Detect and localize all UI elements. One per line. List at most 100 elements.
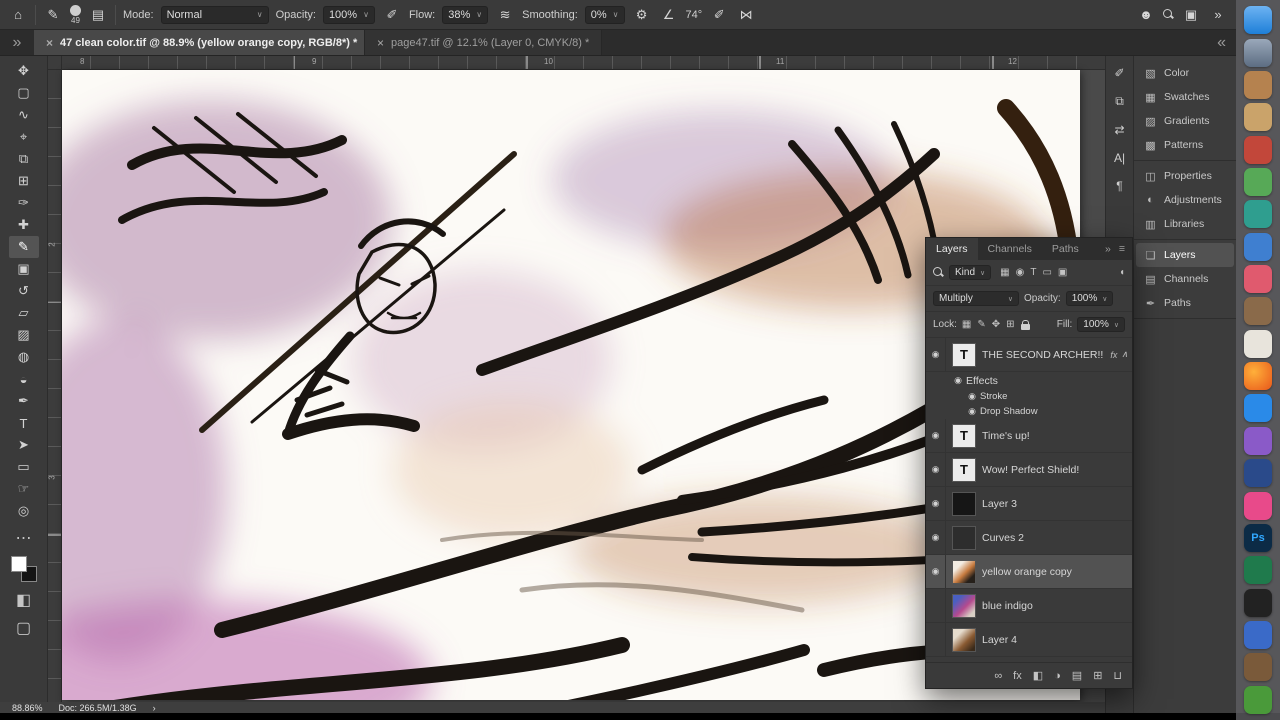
brush-settings-icon[interactable]: ✐ xyxy=(1114,66,1124,80)
dodge-tool[interactable]: ◒ xyxy=(9,368,39,390)
layer-thumbnail[interactable] xyxy=(952,525,976,550)
dock-app-brown2[interactable] xyxy=(1244,653,1272,682)
dock-photos[interactable] xyxy=(1244,168,1272,197)
layer-thumbnail[interactable] xyxy=(952,559,976,584)
Layer 3[interactable]: ◉ Layer 3 xyxy=(926,487,1132,521)
panel-channels[interactable]: ▤ Channels xyxy=(1136,267,1234,291)
tab-layers[interactable]: Layers xyxy=(926,238,978,260)
brush-angle-value[interactable]: 74° xyxy=(686,9,703,21)
Stroke[interactable]: ◉ Stroke xyxy=(926,389,1132,404)
document-tab-2[interactable]: × page47.tif @ 12.1% (Layer 0, CMYK/8) * xyxy=(364,30,603,55)
layer-name[interactable]: blue indigo xyxy=(982,600,1128,612)
dock-excel[interactable] xyxy=(1244,556,1272,585)
mode-dropdown[interactable]: Normal ∨ xyxy=(160,5,269,24)
lock-transparency-icon[interactable]: ▦ xyxy=(962,319,971,330)
brush-tool-preset-icon[interactable]: ✎ xyxy=(43,5,63,25)
frame-tool[interactable]: ⊞ xyxy=(9,170,39,192)
chevrons-right-icon[interactable]: » xyxy=(1105,243,1111,255)
layer-name[interactable]: THE SECOND ARCHER!! xyxy=(982,349,1110,361)
search-icon[interactable] xyxy=(1163,9,1174,20)
pen-tool[interactable]: ✒ xyxy=(9,390,39,412)
document-tab-1[interactable]: × 47 clean color.tif @ 88.9% (yellow ora… xyxy=(34,30,364,55)
dock-finder[interactable] xyxy=(1244,6,1272,35)
filter-kind-dropdown[interactable]: Kind ∨ xyxy=(949,265,992,280)
new-group-icon[interactable]: ▤ xyxy=(1072,669,1082,682)
path-selection-tool[interactable]: ➤ xyxy=(9,434,39,456)
move-tool[interactable]: ✥ xyxy=(9,60,39,82)
Layer 4[interactable]: Layer 4 xyxy=(926,623,1132,657)
filter-shape-layers-icon[interactable]: ▭ xyxy=(1042,267,1051,278)
clone-stamp-tool[interactable]: ▣ xyxy=(9,258,39,280)
panel-adjustments[interactable]: ◐ Adjustments xyxy=(1136,188,1234,212)
panel-menu-icon[interactable]: ≡ xyxy=(1119,243,1125,255)
dock-app-teal[interactable] xyxy=(1244,200,1272,229)
layer-fx-badge[interactable]: fx ∧ xyxy=(1110,349,1128,360)
pressure-size-icon[interactable]: ✐ xyxy=(709,5,729,25)
layer-thumbnail[interactable]: T xyxy=(952,342,976,367)
layer-name[interactable]: Layer 3 xyxy=(982,498,1128,510)
add-layer-mask-icon[interactable]: ◧ xyxy=(1033,669,1043,682)
dock-firefox[interactable] xyxy=(1244,362,1272,391)
smoothing-options-gear-icon[interactable]: ⚙ xyxy=(632,5,652,25)
dock-app-store[interactable] xyxy=(1244,394,1272,423)
layer-thumbnail[interactable] xyxy=(952,627,976,652)
dock-photoshop[interactable]: Ps xyxy=(1244,523,1272,552)
dock-app-navy[interactable] xyxy=(1244,459,1272,488)
Wow! Perfect Shield![interactable]: ◉ T Wow! Perfect Shield! xyxy=(926,453,1132,487)
close-tab-icon[interactable]: × xyxy=(46,36,53,50)
eraser-tool[interactable]: ▱ xyxy=(9,302,39,324)
lock-paint-icon[interactable]: ✎ xyxy=(977,319,985,330)
new-layer-icon[interactable]: ⊞ xyxy=(1093,669,1102,682)
layer-visibility-eye-icon[interactable]: ◉ xyxy=(926,453,946,486)
panel-color[interactable]: ▧ Color xyxy=(1136,61,1234,85)
account-icon[interactable]: ☻ xyxy=(1136,5,1156,25)
layer-name[interactable]: Stroke xyxy=(980,391,1128,402)
new-adjustment-layer-icon[interactable]: ◑ xyxy=(1054,670,1061,682)
layer-name[interactable]: Curves 2 xyxy=(982,532,1128,544)
dock-pages[interactable] xyxy=(1244,329,1272,358)
layer-thumbnail[interactable] xyxy=(952,593,976,618)
zoom-level[interactable]: 88.86% xyxy=(12,703,43,713)
dock-music[interactable] xyxy=(1244,265,1272,294)
tab-channels[interactable]: Channels xyxy=(978,238,1042,260)
link-layers-icon[interactable]: ∞ xyxy=(994,670,1002,682)
blur-tool[interactable]: ◍ xyxy=(9,346,39,368)
layer-visibility-eye-icon[interactable]: ◉ xyxy=(964,389,980,404)
panel-swatches[interactable]: ▦ Swatches xyxy=(1136,85,1234,109)
flow-dropdown[interactable]: 38% ∨ xyxy=(442,5,489,24)
panel-paths[interactable]: ✒ Paths xyxy=(1136,291,1234,315)
ruler-origin[interactable] xyxy=(48,56,62,70)
layer-thumbnail[interactable]: T xyxy=(952,457,976,482)
chevrons-right-icon[interactable]: » xyxy=(1208,5,1228,25)
layer-visibility-eye-icon[interactable]: ◉ xyxy=(964,404,980,419)
filter-smart-objects-icon[interactable]: ▣ xyxy=(1058,267,1067,278)
panel-libraries[interactable]: ▥ Libraries xyxy=(1136,212,1234,236)
panel-layers[interactable]: ❏ Layers xyxy=(1136,243,1234,267)
filter-type-layers-icon[interactable]: T xyxy=(1030,267,1036,278)
home-icon[interactable]: ⌂ xyxy=(8,5,28,25)
dock-app-brown[interactable] xyxy=(1244,71,1272,100)
type-tool[interactable]: T xyxy=(9,412,39,434)
filter-search-icon[interactable] xyxy=(933,267,944,278)
layer-visibility-eye-icon[interactable]: ◉ xyxy=(926,338,946,371)
close-tab-icon[interactable]: × xyxy=(377,36,384,50)
delete-layer-icon[interactable]: ⊔ xyxy=(1113,669,1122,682)
layer-fill-dropdown[interactable]: 100% ∨ xyxy=(1077,317,1125,332)
workspace-switcher-icon[interactable]: ▣ xyxy=(1181,5,1201,25)
tab-paths[interactable]: Paths xyxy=(1042,238,1089,260)
pressure-opacity-icon[interactable]: ✐ xyxy=(382,5,402,25)
dock-app-black[interactable] xyxy=(1244,588,1272,617)
healing-brush-tool[interactable]: ✚ xyxy=(9,214,39,236)
layer-visibility-eye-icon[interactable]: ◉ xyxy=(926,555,946,588)
opacity-dropdown[interactable]: 100% ∨ xyxy=(322,5,375,24)
brush-preset-picker[interactable]: 49 xyxy=(70,4,81,25)
history-brush-tool[interactable]: ↺ xyxy=(9,280,39,302)
zoom-tool[interactable]: ◎ xyxy=(9,500,39,522)
THE SECOND ARCHER!![interactable]: ◉ T THE SECOND ARCHER!! fx ∧ xyxy=(926,338,1132,372)
layer-visibility-eye-icon[interactable]: ◉ xyxy=(926,521,946,554)
chevrons-left-icon[interactable]: « xyxy=(1217,30,1236,55)
panel-properties[interactable]: ◫ Properties xyxy=(1136,164,1234,188)
object-selection-tool[interactable]: ⌖ xyxy=(9,126,39,148)
Effects[interactable]: ◉ Effects xyxy=(926,372,1132,389)
lock-all-icon[interactable] xyxy=(1020,319,1030,330)
